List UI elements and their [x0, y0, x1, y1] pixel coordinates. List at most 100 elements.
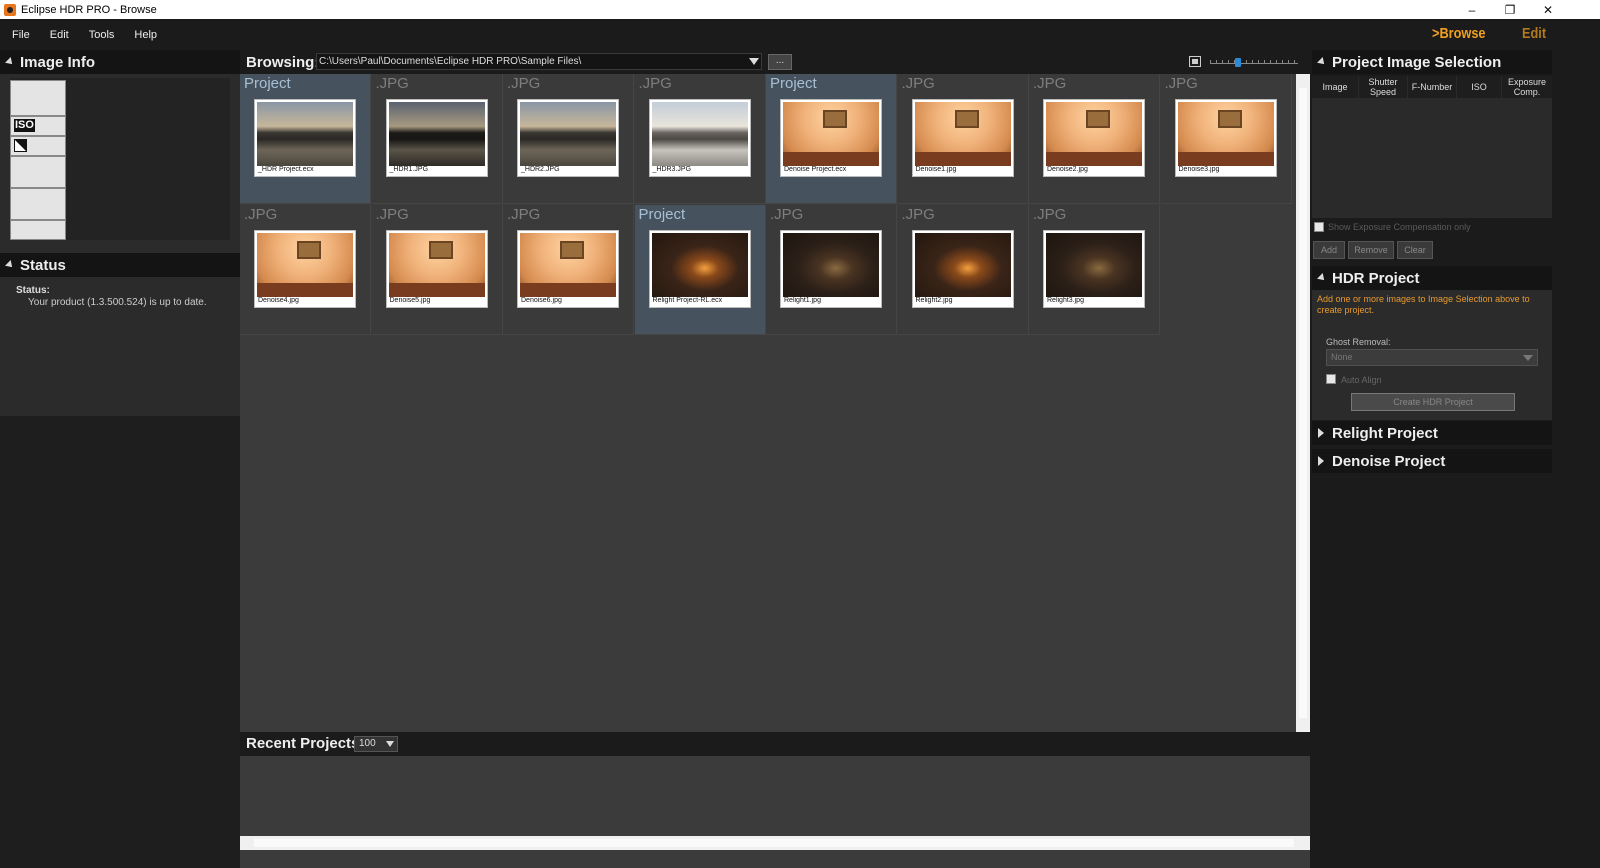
thumbnail-type-label: .JPG	[1033, 206, 1067, 223]
menu-file[interactable]: File	[4, 29, 38, 41]
thumbnail-type-label: Project	[638, 206, 686, 223]
col-f-number[interactable]: F-Number	[1408, 76, 1456, 98]
browse-folder-button[interactable]: ...	[768, 54, 792, 70]
left-empty-area	[0, 416, 240, 868]
recent-projects-label: Recent Projects:	[246, 735, 365, 752]
left-panel: Image Info ISO Status Status: Your produ…	[0, 50, 240, 868]
show-ec-only-checkbox[interactable]	[1314, 222, 1324, 232]
iso-icon: ISO	[14, 119, 35, 132]
thumbnail-cell[interactable]: .JPG Denoise6.jpg	[503, 205, 634, 335]
thumbnail-filename: Relight1.jpg	[784, 297, 821, 304]
thumbnail-cell[interactable]: .JPG Denoise4.jpg	[240, 205, 371, 335]
image-info-box: ISO	[10, 78, 230, 240]
thumbnail-image	[651, 102, 748, 166]
thumbnail-cell[interactable]: Project _HDR Project.ecx	[240, 74, 371, 204]
thumbnail-image	[1046, 233, 1142, 297]
thumbnail-cell[interactable]: .JPG Denoise3.jpg	[1160, 74, 1292, 204]
zoom-slider[interactable]	[1210, 60, 1298, 64]
thumbnail-image	[257, 102, 353, 166]
edit-mode-tab[interactable]: Edit	[1522, 25, 1546, 42]
thumbnail-cell[interactable]: .JPG _HDR3.JPG	[634, 74, 766, 204]
thumbnail-frame[interactable]: Denoise5.jpg	[385, 230, 488, 308]
thumbnail-cell[interactable]: .JPG Relight1.jpg	[766, 205, 897, 335]
browse-mode-tab[interactable]: >Browse	[1432, 25, 1486, 42]
hdr-project-header[interactable]: HDR Project	[1312, 266, 1552, 290]
add-button[interactable]: Add	[1313, 241, 1345, 259]
vertical-scrollbar[interactable]	[1296, 74, 1310, 734]
info-exposure-cell	[10, 136, 66, 156]
menu-tools[interactable]: Tools	[81, 29, 123, 41]
thumbnail-frame[interactable]: Relight2.jpg	[911, 230, 1014, 308]
close-button[interactable]: ✕	[1528, 0, 1568, 19]
thumbnail-image	[651, 233, 748, 297]
recent-projects-area	[240, 756, 1310, 836]
thumbnail-frame[interactable]: _HDR1.JPG	[385, 99, 488, 177]
clear-button[interactable]: Clear	[1397, 241, 1433, 259]
thumbnail-frame[interactable]: _HDR Project.ecx	[254, 99, 356, 177]
collapse-triangle-icon	[1317, 273, 1327, 283]
thumbnail-cell[interactable]: Project Relight Project-RL.ecx	[634, 205, 766, 335]
thumbnail-cell[interactable]: .JPG Denoise2.jpg	[1029, 74, 1160, 204]
image-info-header[interactable]: Image Info	[0, 50, 240, 74]
restore-button[interactable]: ❐	[1490, 0, 1530, 19]
thumbnail-cell[interactable]: Project Denoise Project.ecx	[766, 74, 897, 204]
scrollbar-thumb[interactable]	[1299, 88, 1307, 718]
project-image-selection-title: Project Image Selection	[1332, 53, 1502, 71]
thumbnail-frame[interactable]: _HDR2.JPG	[517, 99, 619, 177]
chevron-down-icon[interactable]	[386, 741, 394, 747]
recent-count-select[interactable]: 100	[354, 736, 398, 752]
remove-button[interactable]: Remove	[1348, 241, 1394, 259]
thumbnail-image	[388, 233, 485, 297]
thumbnail-cell[interactable]: .JPG Relight3.jpg	[1029, 205, 1160, 335]
menu-help[interactable]: Help	[126, 29, 165, 41]
thumbnail-frame[interactable]: Denoise2.jpg	[1043, 99, 1145, 177]
info-preview-cell	[10, 80, 66, 116]
thumbnail-frame[interactable]: Relight1.jpg	[780, 230, 882, 308]
thumbnail-frame[interactable]: Denoise3.jpg	[1174, 99, 1277, 177]
menu-edit[interactable]: Edit	[42, 29, 77, 41]
col-exposure-comp[interactable]: Exposure Comp.	[1502, 76, 1552, 98]
zoom-slider-thumb[interactable]	[1234, 58, 1241, 67]
thumbnail-cell[interactable]: .JPG _HDR1.JPG	[371, 74, 503, 204]
denoise-project-header[interactable]: Denoise Project	[1312, 449, 1552, 473]
app-logo-icon	[4, 3, 16, 16]
thumbnail-frame[interactable]: Denoise6.jpg	[517, 230, 619, 308]
thumbnail-frame[interactable]: Denoise1.jpg	[911, 99, 1014, 177]
thumbnail-cell[interactable]: .JPG Denoise5.jpg	[371, 205, 503, 335]
thumbnail-frame[interactable]: _HDR3.JPG	[648, 99, 751, 177]
thumbnail-type-label: .JPG	[770, 206, 804, 223]
thumbnail-cell[interactable]: .JPG _HDR2.JPG	[503, 74, 634, 204]
path-combo[interactable]: C:\Users\Paul\Documents\Eclipse HDR PRO\…	[316, 53, 762, 70]
ghost-removal-label: Ghost Removal:	[1326, 337, 1391, 347]
chevron-down-icon[interactable]	[749, 58, 759, 65]
thumbnail-type-label: .JPG	[375, 206, 409, 223]
fit-to-window-icon[interactable]	[1189, 56, 1201, 67]
scrollbar-thumb[interactable]	[254, 839, 1294, 847]
thumbnail-frame[interactable]: Relight3.jpg	[1043, 230, 1145, 308]
thumbnail-frame[interactable]: Relight Project-RL.ecx	[648, 230, 751, 308]
minimize-button[interactable]: –	[1452, 0, 1492, 19]
relight-project-title: Relight Project	[1332, 424, 1438, 442]
horizontal-scrollbar[interactable]	[240, 836, 1310, 850]
relight-project-header[interactable]: Relight Project	[1312, 421, 1552, 445]
col-image[interactable]: Image	[1312, 76, 1358, 98]
thumbnail-type-label: Project	[770, 75, 817, 92]
chevron-down-icon[interactable]	[1523, 355, 1533, 361]
status-title: Status	[20, 256, 66, 274]
hdr-warning-text: Add one or more images to Image Selectio…	[1317, 294, 1530, 315]
thumbnail-filename: _HDR3.JPG	[652, 166, 692, 173]
thumbnail-frame[interactable]: Denoise Project.ecx	[780, 99, 882, 177]
info-iso-cell: ISO	[10, 116, 66, 136]
thumbnail-type-label: .JPG	[1033, 75, 1067, 92]
thumbnail-type-label: .JPG	[507, 75, 541, 92]
status-header[interactable]: Status	[0, 253, 240, 277]
col-shutter-speed[interactable]: Shutter Speed	[1359, 76, 1407, 98]
project-image-selection-header[interactable]: Project Image Selection	[1312, 50, 1552, 74]
thumbnail-cell[interactable]: .JPG Relight2.jpg	[897, 205, 1029, 335]
thumbnail-frame[interactable]: Denoise4.jpg	[254, 230, 356, 308]
create-hdr-project-button[interactable]: Create HDR Project	[1351, 393, 1515, 411]
ghost-removal-select[interactable]: None	[1326, 349, 1538, 366]
auto-align-checkbox[interactable]	[1326, 374, 1336, 384]
thumbnail-cell[interactable]: .JPG Denoise1.jpg	[897, 74, 1029, 204]
col-iso[interactable]: ISO	[1457, 76, 1501, 98]
